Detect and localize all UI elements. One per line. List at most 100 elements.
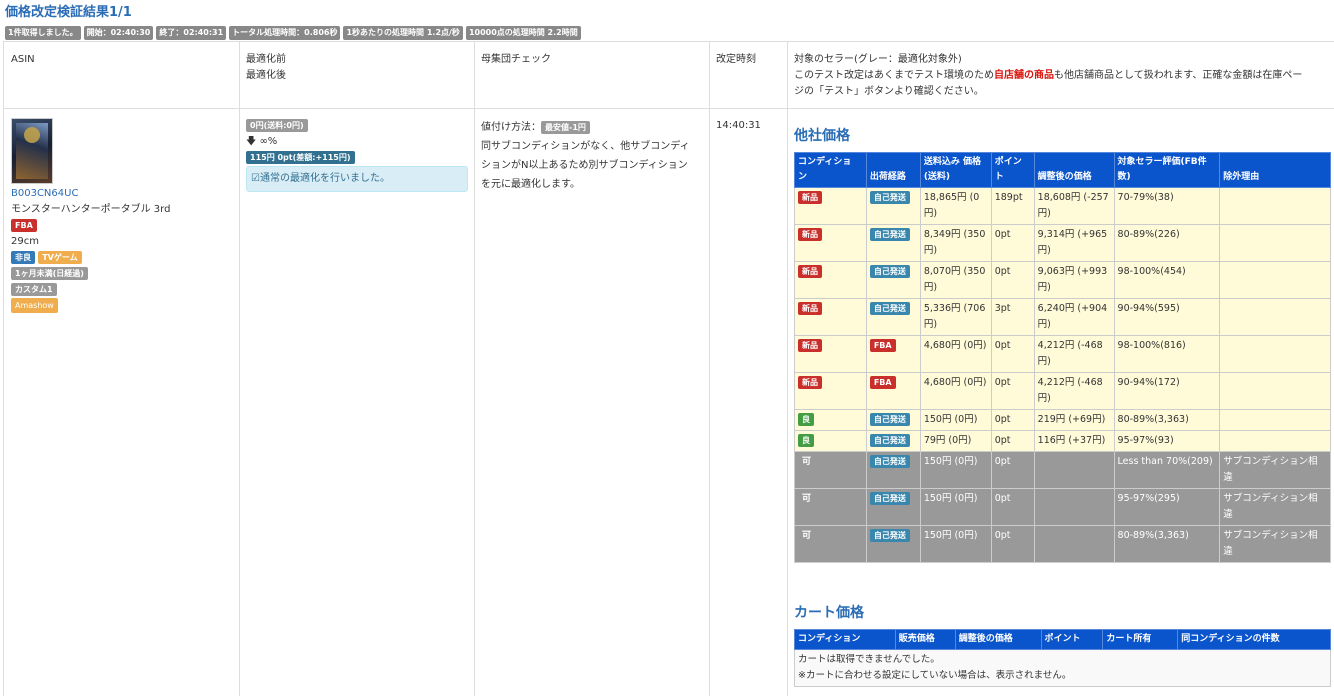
col-route: 出荷経路 (865, 152, 921, 188)
col-reason: 除外理由 (1219, 152, 1331, 188)
cell-route: 自己発送 (865, 298, 921, 336)
header-sellers: 対象のセラー(グレー：最適化対象外) このテスト改定はあくまでテスト環境のため自… (794, 52, 1330, 100)
cell-rating: 80-89%(3,363) (1113, 409, 1221, 431)
table-row: 新品 自己発送 8,070円 (350 円) 0pt 9,063円 (+993 円) 98… (794, 261, 1331, 299)
col-price: 送料込み 価格(送料) (919, 152, 992, 188)
tag-period: 1ヶ月未満(日経過) (11, 267, 88, 280)
cell-route: 自己発送 (865, 261, 921, 299)
cell-condition: 新品 (794, 187, 867, 225)
table-row: 良 自己発送 150円 (0円) 0pt 219円 (+69円) 80-89%(3,363… (794, 409, 1331, 431)
cart-price-table: コンディション 販売価格 調整後の価格 ポイント カート所有 同コンディションの… (794, 629, 1331, 687)
condition-label: 良 (798, 434, 814, 447)
header-revised-time: 改定時刻 (716, 54, 756, 65)
optimize-alert: ☑通常の最適化を行いました。 (246, 166, 468, 192)
column-divider (709, 42, 710, 696)
col-rating: 対象セラー評価(FB件 数) (1113, 152, 1221, 188)
table-row: 新品 FBA 4,680円 (0円) 0pt 4,212円 (-468 円) 98-100… (794, 335, 1331, 373)
others-price-title: 他社価格 (794, 128, 850, 144)
cell-point: 0pt (990, 335, 1035, 373)
tag-custom: カスタム1 (11, 283, 57, 296)
header-population: 母集団チェック (481, 54, 551, 65)
cell-point: 0pt (990, 525, 1035, 563)
cart-col-count: 同コンディションの件数 (1177, 629, 1331, 650)
route-label: 自己発送 (869, 228, 910, 241)
cell-price: 150円 (0円) (919, 488, 992, 526)
cell-adjusted: 4,212円 (-468 円) (1033, 335, 1115, 373)
cell-point: 0pt (990, 372, 1035, 410)
status-badge: 終了：02:40:31 (156, 26, 227, 40)
route-label: 自己発送 (869, 413, 910, 426)
cell-route: 自己発送 (865, 430, 921, 452)
condition-label: 新品 (798, 228, 822, 241)
cart-col-owner: カート所有 (1102, 629, 1179, 650)
cell-adjusted: 4,212円 (-468 円) (1033, 372, 1115, 410)
cell-route: 自己発送 (865, 451, 921, 489)
cell-price: 150円 (0円) (919, 525, 992, 563)
cell-condition: 可 (794, 525, 867, 563)
cell-rating: 80-89%(226) (1113, 224, 1221, 262)
column-divider (474, 42, 475, 696)
cell-reason: サブコンディション相違 (1219, 451, 1331, 489)
cell-point: 0pt (990, 224, 1035, 262)
column-divider (3, 42, 4, 696)
method-label: 値付け方法： (481, 122, 541, 133)
col-point: ポイン ト (990, 152, 1035, 188)
cell-reason (1219, 372, 1331, 410)
cart-col-condition: コンディション (794, 629, 896, 650)
amashow-button[interactable]: Amashow (11, 298, 58, 313)
header-asin: ASIN (11, 54, 35, 65)
tag-bad: 非良 (11, 251, 35, 264)
cell-point: 3pt (990, 298, 1035, 336)
method-value: 最安値-1円 (541, 121, 590, 134)
change-row: 🡇 ∞% (246, 134, 472, 150)
cell-condition: 新品 (794, 224, 867, 262)
cart-col-price: 販売価格 (894, 629, 956, 650)
cell-route: 自己発送 (865, 187, 921, 225)
status-badge: 1秒あたりの処理時間 1.2点/秒 (343, 26, 463, 40)
route-label: 自己発送 (869, 191, 910, 204)
cell-price: 4,680円 (0円) (919, 372, 992, 410)
route-label: 自己発送 (869, 529, 910, 542)
cell-rating: 90-94%(172) (1113, 372, 1221, 410)
status-badge: 開始：02:40:30 (83, 26, 154, 40)
cell-route: FBA (865, 372, 921, 410)
product-image[interactable] (11, 118, 53, 184)
fba-label: FBA (11, 219, 37, 232)
cell-point: 0pt (990, 451, 1035, 489)
status-badges: 1件取得しました。 開始：02:40:30 終了：02:40:31 トータル処理… (5, 26, 581, 40)
cell-rating: 70-79%(38) (1113, 187, 1221, 225)
cell-adjusted (1033, 488, 1115, 526)
cell-rating: 98-100%(454) (1113, 261, 1221, 299)
cell-price: 150円 (0円) (919, 409, 992, 431)
product-size: 29cm (11, 236, 39, 247)
arrow-down-icon: 🡇 (246, 136, 257, 147)
cell-adjusted: 18,608円 (-257 円) (1033, 187, 1115, 225)
status-badge: トータル処理時間：0.806秒 (229, 26, 341, 40)
cell-adjusted: 9,063円 (+993 円) (1033, 261, 1115, 299)
col-adjusted: 調整後の価格 (1033, 152, 1115, 188)
condition-label: 可 (802, 494, 812, 504)
route-label: 自己発送 (869, 434, 910, 447)
cell-route: 自己発送 (865, 224, 921, 262)
cell-point: 0pt (990, 488, 1035, 526)
cell-reason (1219, 187, 1331, 225)
cell-point: 0pt (990, 430, 1035, 452)
cart-message-line: ※カートに合わせる設定にしていない場合は、表示されません。 (798, 670, 1072, 681)
cell-reason: サブコンディション相違 (1219, 488, 1331, 526)
others-price-table: コンディショ ン 出荷経路 送料込み 価格(送料) ポイン ト 調整後の価格 対… (794, 152, 1331, 563)
population-text: を元に最適化します。 (481, 179, 580, 190)
header-sellers-line2: このテスト改定はあくまでテスト環境のため自店舗の商品も他店舗商品として扱われます… (794, 70, 1303, 81)
asin-link[interactable]: B003CN64UC (11, 188, 78, 199)
cell-condition: 新品 (794, 372, 867, 410)
table-row: 新品 自己発送 8,349円 (350 円) 0pt 9,314円 (+965 円) 80… (794, 224, 1331, 262)
condition-label: 可 (802, 457, 812, 467)
table-row: 新品 自己発送 18,865円 (0 円) 189pt 18,608円 (-257 円)… (794, 187, 1331, 225)
cell-adjusted: 6,240円 (+904 円) (1033, 298, 1115, 336)
cart-message: カートは取得できませんでした。 ※カートに合わせる設定にしていない場合は、表示さ… (794, 649, 1331, 687)
cell-rating: 90-94%(595) (1113, 298, 1221, 336)
asin-cell: B003CN64UC モンスターハンターポータブル 3rd FBA 29cm 非… (11, 118, 233, 314)
cell-reason (1219, 335, 1331, 373)
cell-rating: 80-89%(3,363) (1113, 525, 1221, 563)
route-label: FBA (869, 339, 896, 352)
cell-reason (1219, 409, 1331, 431)
